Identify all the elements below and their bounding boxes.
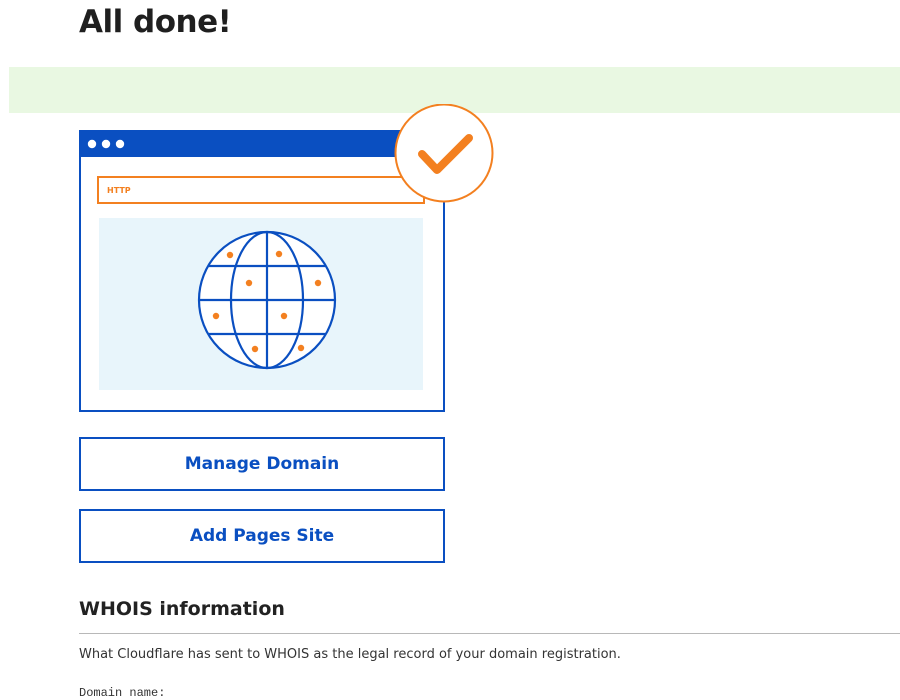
url-bar	[97, 176, 425, 204]
add-pages-site-button[interactable]: Add Pages Site	[79, 509, 445, 563]
manage-domain-button[interactable]: Manage Domain	[79, 437, 445, 491]
page-title: All done!	[79, 4, 232, 40]
window-dots-icon	[87, 139, 125, 149]
browser-title-bar	[79, 130, 445, 157]
checkmark-icon	[394, 104, 494, 203]
whois-divider	[79, 633, 900, 634]
url-bar-text: HTTP	[107, 186, 131, 195]
page: All done! HTTP Manage Domain Add Pages S…	[0, 0, 900, 700]
globe-icon	[197, 230, 337, 370]
whois-heading: WHOIS information	[79, 598, 285, 620]
success-illustration: HTTP	[79, 104, 494, 412]
whois-domain-name-label: Domain name:	[79, 686, 166, 700]
whois-description: What Cloudflare has sent to WHOIS as the…	[79, 647, 621, 662]
